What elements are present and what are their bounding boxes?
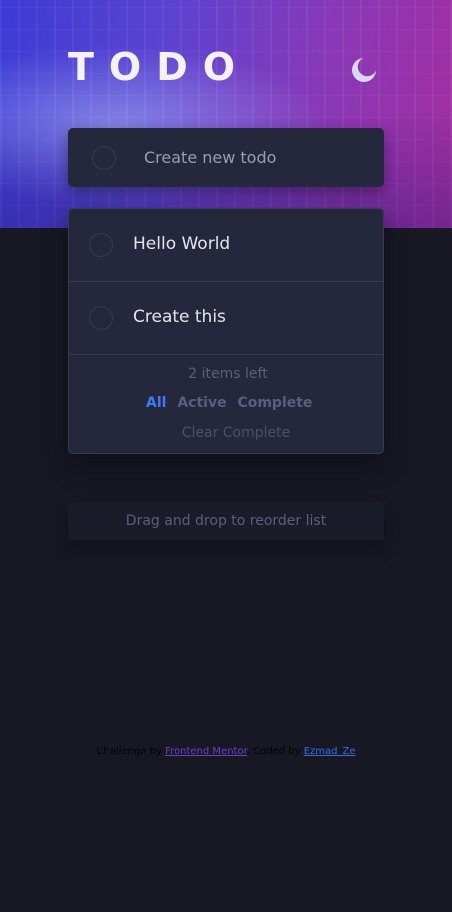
filter-complete-button[interactable]: Complete <box>237 395 312 411</box>
items-left-count: 2 items left <box>188 366 268 382</box>
filter-all-button[interactable]: All <box>146 395 166 411</box>
new-todo-input[interactable] <box>144 142 364 172</box>
attribution-prefix: Challenge by <box>96 746 162 757</box>
new-todo-container <box>68 128 384 187</box>
attribution-middle: . Coded by <box>246 746 301 757</box>
attribution: Challenge by Frontend Mentor. Coded by E… <box>0 746 452 757</box>
todo-check-circle[interactable] <box>89 233 113 257</box>
author-link[interactable]: Ezmad_Ze <box>304 746 356 757</box>
todo-list-footer: 2 items left All Active Complete Clear C… <box>69 356 383 453</box>
filter-group: All Active Complete <box>146 395 318 411</box>
drag-drop-hint: Drag and drop to reorder list <box>68 502 384 540</box>
theme-toggle-button[interactable] <box>348 54 380 86</box>
frontend-mentor-link[interactable]: Frontend Mentor <box>165 746 247 757</box>
todo-list: Hello World Create this 2 items left All… <box>68 208 384 454</box>
header-background <box>0 0 452 228</box>
app-title: TODO <box>68 45 251 89</box>
todo-check-circle[interactable] <box>89 306 113 330</box>
todo-item[interactable]: Hello World <box>69 209 383 282</box>
moon-icon <box>352 58 376 82</box>
new-todo-check-circle[interactable] <box>92 146 116 170</box>
todo-text: Create this <box>133 307 226 327</box>
todo-text: Hello World <box>133 234 231 254</box>
clear-complete-button[interactable]: Clear Complete <box>69 425 403 441</box>
filter-active-button[interactable]: Active <box>177 395 226 411</box>
todo-item[interactable]: Create this <box>69 282 383 355</box>
